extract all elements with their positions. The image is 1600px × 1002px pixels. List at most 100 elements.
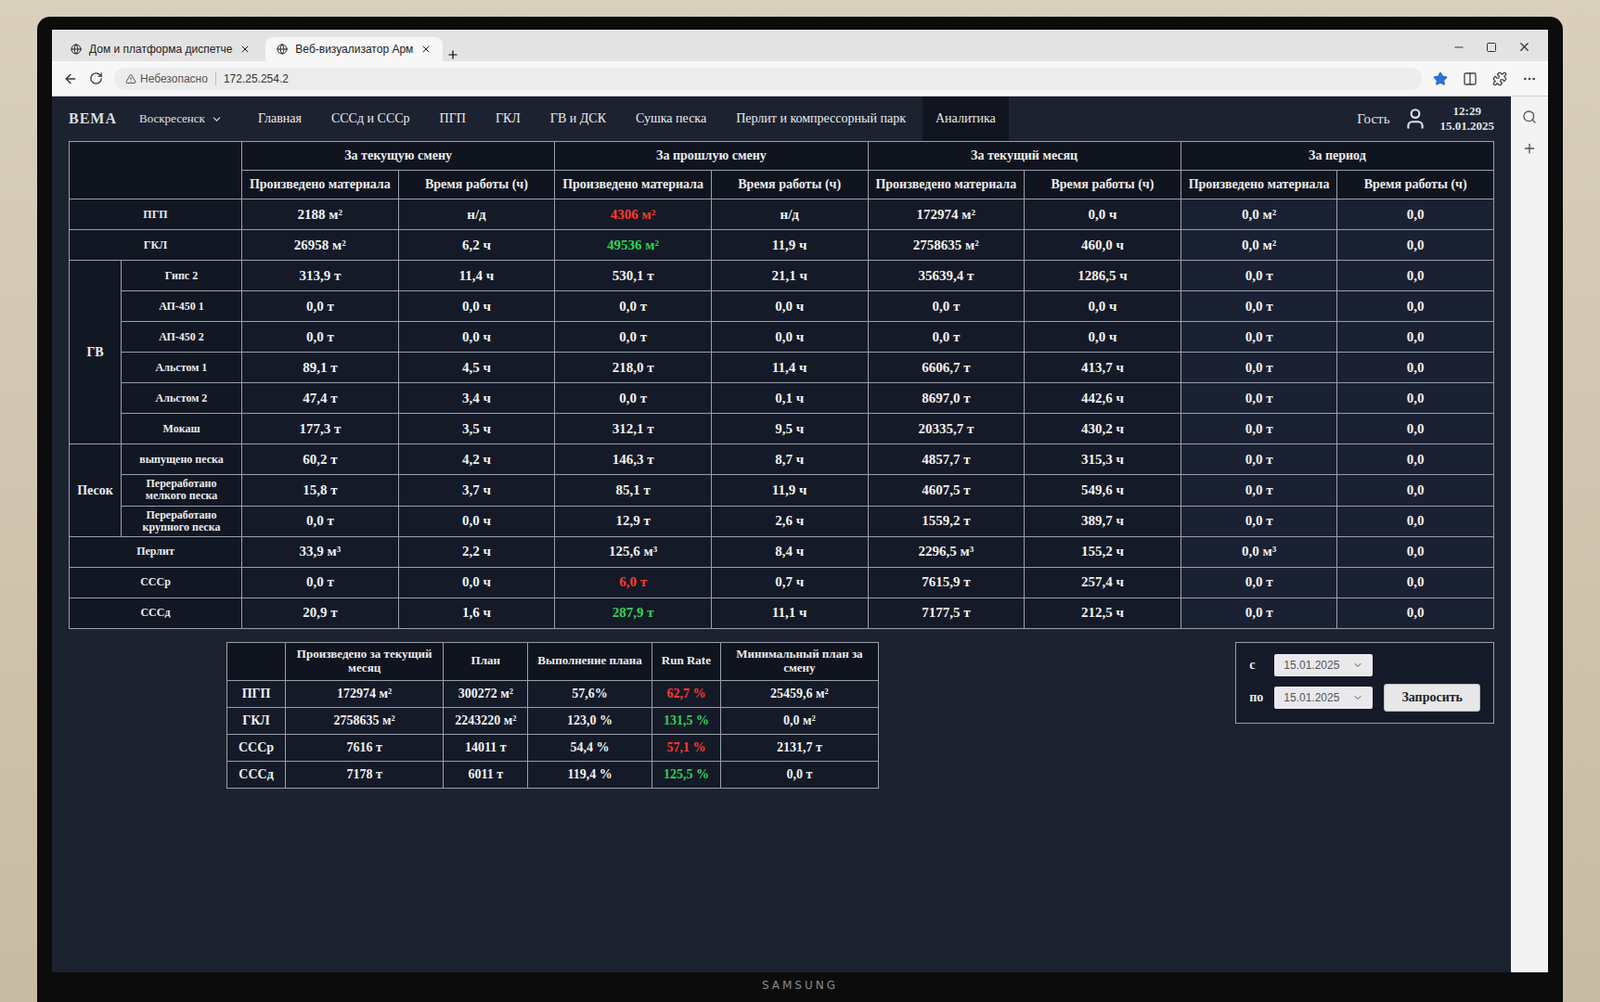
table-cell: 3,5 ч [398,413,555,445]
table-cell: 0,0 ч [1024,291,1182,323]
table-cell: 0,0 т [1180,505,1338,537]
close-window-icon[interactable] [1517,39,1532,54]
summary-completion: 119,4 % [528,761,652,788]
clock: 12:2915.01.2025 [1440,103,1496,133]
table-cell: 0,0 т [1180,597,1338,629]
table-cell: 11,4 ч [710,352,868,384]
reload-icon[interactable] [89,71,104,86]
group-header: За текущий месяц [867,141,1181,171]
request-button[interactable]: Запросить [1383,683,1481,712]
column-header: Произведено материала [867,170,1025,200]
table-cell: 0,0 [1337,475,1495,506]
column-header: Время работы (ч) [710,170,868,200]
back-icon[interactable] [63,71,78,87]
new-tab-icon[interactable] [446,48,460,62]
favorite-star-icon[interactable] [1432,71,1448,87]
table-cell: 0,0 [1337,199,1495,231]
close-icon[interactable] [239,43,251,55]
group-label: Песок [69,444,122,538]
nav-item[interactable]: ГКЛ [482,96,534,142]
maximize-icon[interactable] [1485,41,1497,53]
warning-icon [125,73,137,85]
nav-item[interactable]: Аналитика [922,96,1009,142]
chevron-down-icon [210,113,223,126]
summary-header-row: Произведено за текущий месяцПланВыполнен… [227,642,879,681]
row-label: СССд [69,597,243,629]
summary-column-header: Минимальный план за смену [720,642,878,681]
table-cell: 9,5 ч [710,413,868,445]
table-cell: 0,0 т [242,567,400,598]
table-cell: 15,8 т [242,475,400,506]
table-cell: 0,0 [1337,567,1495,598]
add-icon[interactable] [1522,141,1537,156]
table-cell: 0,0 м² [1180,199,1338,231]
summary-column-header: Выполнение плана [528,642,652,681]
table-cell: 8,4 ч [710,536,868,568]
summary-column-header: План [443,642,529,681]
dropdown-icon[interactable] [1352,692,1364,704]
summary-row: СССр7616 т14011 т54,4 %57,1 %2131,7 т [227,734,879,762]
column-header: Произведено материала [242,170,400,200]
extensions-icon[interactable] [1492,71,1508,87]
table-cell: 3,4 ч [398,383,555,414]
table-cell: 0,0 ч [710,322,868,353]
page-icon [70,43,82,55]
nav-items: ГлавнаяСССд и СССрПГПГКЛГВ и ДСКСушка пе… [245,96,1009,142]
nav-item[interactable]: Перлит и компрессорный парк [722,96,919,142]
location-select[interactable]: Воскресенск [139,111,223,127]
address-bar[interactable]: Небезопасно 172.25.254.2 [114,67,1422,91]
table-cell: 0,0 [1337,291,1495,323]
logo[interactable]: ВЕМА [68,110,117,128]
split-view-icon[interactable] [1462,71,1478,87]
user-name[interactable]: Гость [1356,111,1390,128]
table-cell: 85,1 т [554,475,712,506]
nav-item[interactable]: ГВ и ДСК [537,96,620,142]
table-cell: 0,0 т [867,291,1025,323]
to-date-field[interactable]: 15.01.2025 [1274,686,1373,710]
nav-item[interactable]: Главная [245,96,315,142]
summary-column-header: Произведено за текущий месяц [285,642,444,681]
table-cell: 0,0 [1337,352,1495,384]
close-icon[interactable] [420,43,432,55]
table-cell: 4,5 ч [398,352,555,384]
address-text: 172.25.254.2 [223,72,289,86]
dropdown-icon[interactable] [1352,659,1364,671]
search-icon[interactable] [1522,109,1537,125]
user-icon[interactable] [1403,106,1428,131]
table-cell: 2,2 ч [398,536,555,568]
table-cell: 0,0 ч [398,322,555,353]
browser-tab[interactable]: Дом и платформа диспетче [59,37,262,62]
from-date-field[interactable]: 15.01.2025 [1274,654,1373,677]
row-label: Переработано крупного песка [121,505,243,537]
summary-min-plan: 2131,7 т [720,734,878,762]
header-row: За текущую сменуЗа прошлую сменуЗа текущ… [69,141,1495,171]
security-label[interactable]: Небезопасно [125,72,217,86]
nav-item[interactable]: СССд и СССр [318,96,424,142]
table-cell: 146,3 т [554,444,712,476]
browser-tab[interactable]: Веб-визуализатор Арм [265,37,443,62]
table-cell: 3,7 ч [398,475,555,506]
summary-plan: 2243220 м² [443,707,529,735]
summary-produced: 172974 м² [285,680,444,708]
table-cell: 0,0 т [1180,291,1338,323]
table-cell: 60,2 т [242,444,400,476]
column-header: Произведено материала [554,170,712,200]
table-cell: 172974 м² [867,199,1025,231]
table-cell: 0,0 [1337,413,1495,445]
summary-run-rate: 62,7 % [651,680,721,708]
table-cell: 313,9 т [242,260,400,292]
table-cell: 20,9 т [242,597,400,629]
nav-item[interactable]: ПГП [426,96,479,142]
summary-run-rate: 131,5 % [651,707,721,735]
table-cell: 6,2 ч [398,230,555,261]
toolbar-icons [1432,71,1537,87]
nav-item[interactable]: Сушка песка [622,96,720,142]
table-cell: 2758635 м² [867,230,1025,261]
table-cell: 7615,9 т [867,567,1025,598]
table-cell: 0,0 т [1180,567,1338,598]
minimize-icon[interactable] [1452,40,1466,54]
corner-header [69,141,243,200]
summary-completion: 57,6% [528,680,652,708]
table-cell: 47,4 т [242,383,400,414]
menu-icon[interactable] [1522,71,1537,87]
